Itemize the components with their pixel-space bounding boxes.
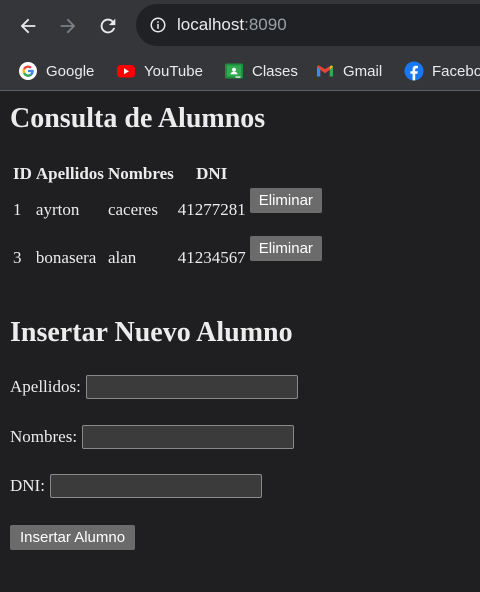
column-header-id: ID	[13, 164, 32, 183]
cell-dni: 41234567	[177, 248, 246, 267]
nombres-label: Nombres:	[10, 427, 78, 446]
cell-action: Eliminar	[249, 235, 323, 281]
column-header-nombres: Nombres	[107, 164, 174, 183]
bookmark-label: Google	[46, 62, 95, 80]
insertar-alumno-button[interactable]: Insertar Alumno	[10, 525, 136, 550]
eliminar-button[interactable]: Eliminar	[249, 236, 322, 261]
cell-nombres: caceres	[107, 200, 158, 219]
reload-icon	[100, 18, 116, 34]
cell-apellidos: bonasera	[35, 248, 97, 267]
address-bar[interactable]: localhost:8090	[136, 4, 480, 46]
url-port: :8090	[244, 15, 287, 34]
page-content: Consulta de Alumnos ID Apellidos Nombres…	[0, 91, 480, 592]
google-icon	[19, 62, 37, 80]
apellidos-row: Apellidos:	[10, 375, 298, 399]
consulta-title: Consulta de Alumnos	[10, 103, 266, 134]
column-header-action	[249, 163, 323, 185]
dni-row: DNI:	[10, 474, 262, 498]
facebook-icon	[404, 61, 424, 81]
gmail-icon	[317, 65, 333, 77]
back-button[interactable]	[12, 10, 44, 42]
bookmark-clases[interactable]: Clases	[224, 59, 298, 83]
cell-dni: 41277281	[177, 200, 246, 219]
insertar-title: Insertar Nuevo Alumno	[10, 317, 293, 348]
apellidos-label: Apellidos:	[10, 377, 81, 396]
url-text: localhost:8090	[177, 15, 287, 35]
cell-apellidos: ayrton	[35, 200, 80, 219]
cell-action: Eliminar	[249, 187, 323, 233]
bookmarks-bar: Google YouTube Clases Gmail Facebo	[0, 52, 480, 91]
nombres-row: Nombres:	[10, 425, 295, 449]
table-row: 1 ayrton caceres 41277281 Eliminar	[12, 187, 323, 233]
classroom-icon	[225, 63, 243, 79]
bookmark-label: Gmail	[343, 62, 383, 80]
arrow-right-icon	[60, 18, 76, 34]
bookmark-facebook[interactable]: Facebo	[404, 59, 480, 83]
dni-label: DNI:	[10, 476, 45, 495]
column-header-dni: DNI	[196, 164, 228, 183]
cell-nombres: alan	[107, 248, 137, 267]
dni-input[interactable]	[49, 474, 262, 498]
table-row: 3 bonasera alan 41234567 Eliminar	[12, 235, 323, 281]
url-host: localhost	[177, 15, 245, 34]
bookmark-label: Facebo	[432, 62, 480, 80]
arrow-left-icon	[20, 18, 36, 34]
table-header-row: ID Apellidos Nombres DNI	[12, 163, 323, 185]
bookmark-gmail[interactable]: Gmail	[315, 59, 382, 83]
bookmark-label: YouTube	[144, 62, 203, 80]
bookmark-youtube[interactable]: YouTube	[116, 59, 203, 83]
apellidos-input[interactable]	[85, 375, 298, 399]
alumnos-table: ID Apellidos Nombres DNI 1 ayrton cacere…	[10, 161, 325, 283]
reload-button[interactable]	[92, 10, 124, 42]
forward-button[interactable]	[52, 10, 84, 42]
browser-toolbar: localhost:8090	[0, 0, 480, 52]
cell-id: 1	[13, 200, 22, 219]
column-header-apellidos: Apellidos	[35, 164, 104, 183]
eliminar-button[interactable]: Eliminar	[249, 188, 322, 213]
nombres-input[interactable]	[82, 425, 295, 449]
bookmark-google[interactable]: Google	[18, 59, 94, 83]
cell-id: 3	[13, 248, 22, 267]
bookmark-label: Clases	[252, 62, 298, 80]
info-icon[interactable]	[149, 16, 167, 34]
youtube-icon	[117, 65, 135, 78]
